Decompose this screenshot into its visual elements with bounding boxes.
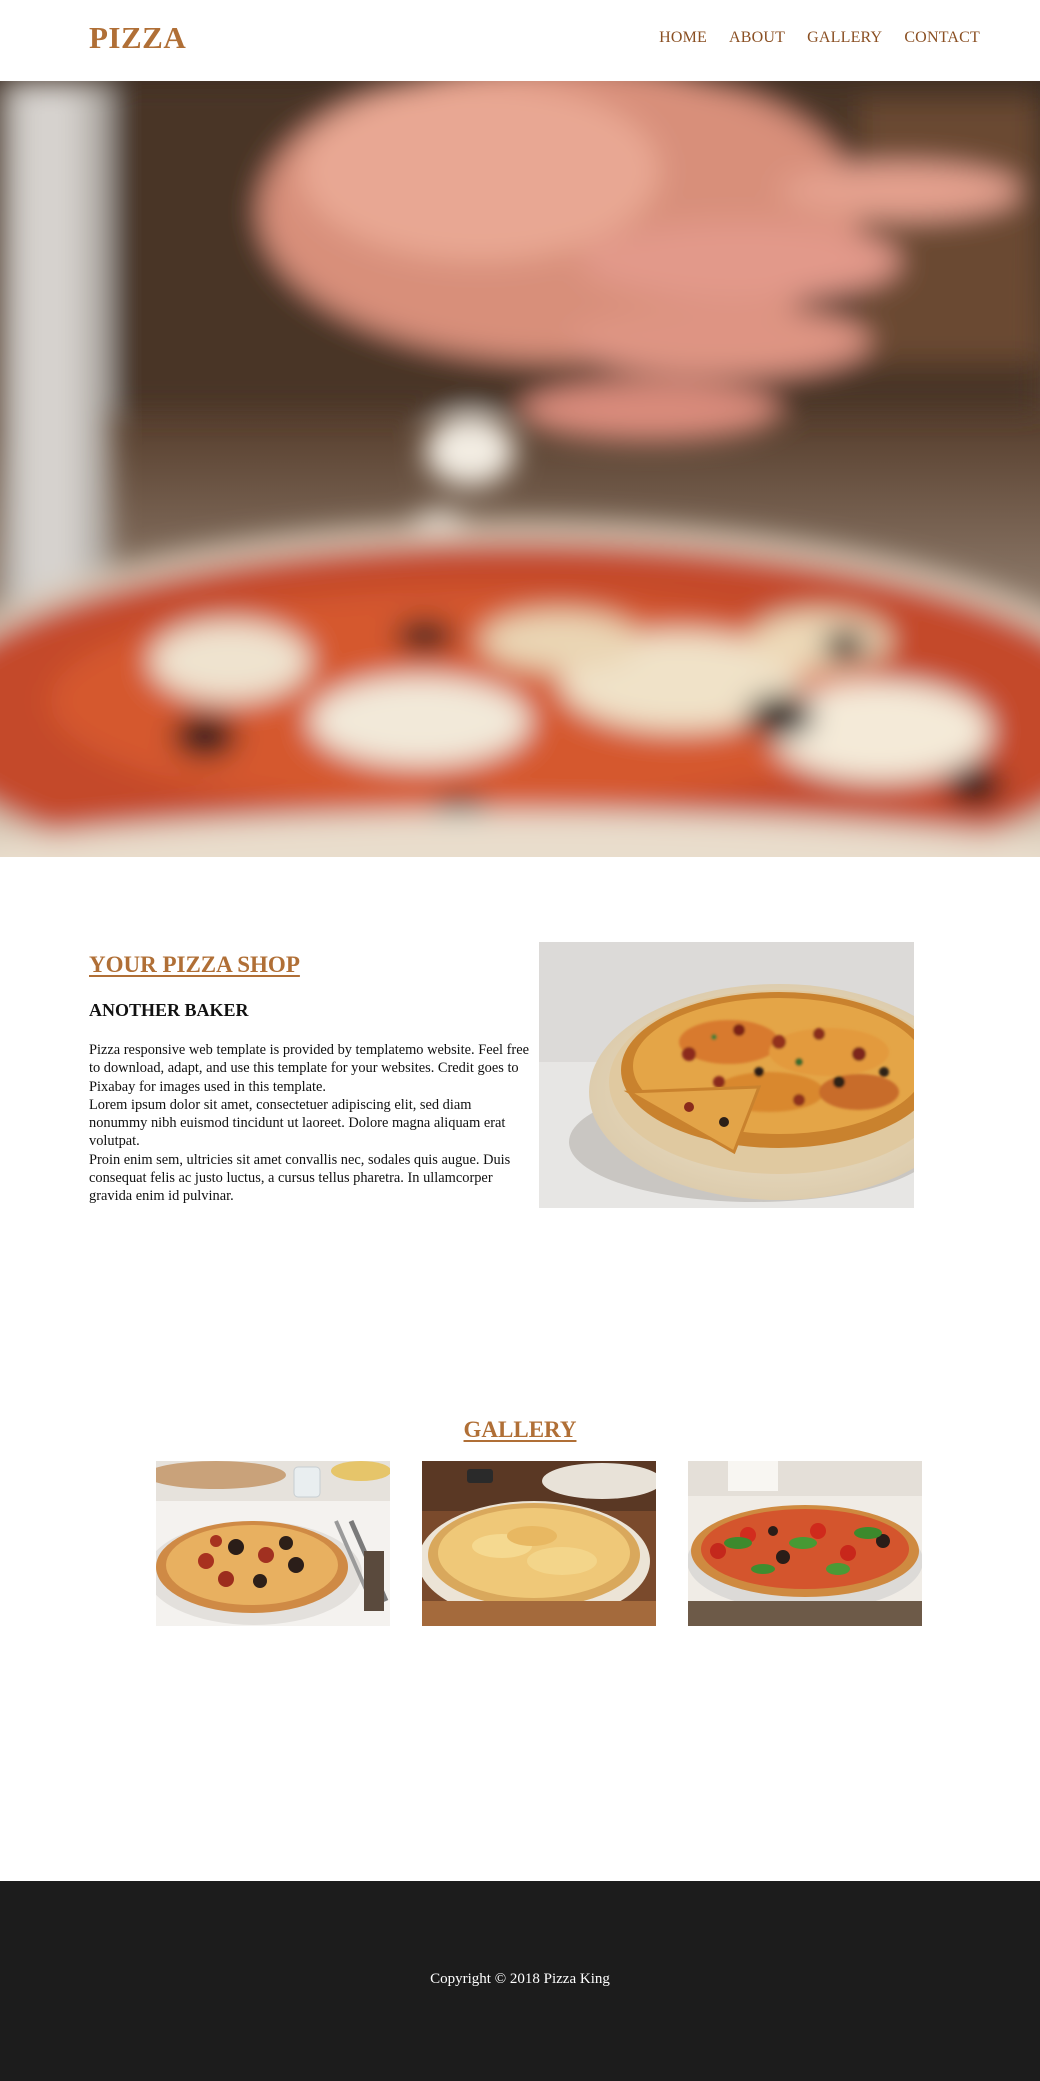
gallery-image-3[interactable] [688, 1461, 922, 1626]
gallery-title[interactable]: GALLERY [0, 1417, 1040, 1443]
site-header: PIZZA HOME ABOUT GALLERY CONTACT [0, 0, 1040, 81]
about-section: YOUR PIZZA SHOP ANOTHER BAKER Pizza resp… [0, 857, 1040, 1417]
gallery-image-1[interactable] [156, 1461, 390, 1626]
hero-banner [0, 81, 1040, 857]
main-nav: HOME ABOUT GALLERY CONTACT [659, 29, 980, 47]
gallery-image-2[interactable] [422, 1461, 656, 1626]
nav-home[interactable]: HOME [659, 29, 707, 47]
site-logo[interactable]: PIZZA [89, 20, 186, 56]
about-paragraph: Proin enim sem, ultricies sit amet conva… [89, 1151, 511, 1205]
gallery-heading: GALLERY [0, 1417, 1040, 1443]
nav-contact[interactable]: CONTACT [904, 29, 980, 47]
hero-pizza-image [0, 81, 1040, 857]
nav-gallery[interactable]: GALLERY [807, 29, 882, 47]
copyright-text: Copyright © 2018 Pizza King [430, 1971, 610, 1987]
gallery-section: GALLERY [0, 1417, 1040, 1881]
site-footer: Copyright © 2018 Pizza King [0, 1881, 1040, 2081]
about-text: YOUR PIZZA SHOP ANOTHER BAKER Pizza resp… [89, 952, 531, 1206]
about-subtitle: ANOTHER BAKER [89, 1000, 249, 1020]
gallery-grid [156, 1461, 922, 1626]
about-pizza-image [539, 942, 914, 1208]
nav-about[interactable]: ABOUT [729, 29, 785, 47]
about-paragraph: Lorem ipsum dolor sit amet, consectetuer… [89, 1096, 506, 1150]
about-title[interactable]: YOUR PIZZA SHOP [89, 952, 531, 978]
about-body: Pizza responsive web template is provide… [89, 1041, 531, 1206]
about-paragraph: Pizza responsive web template is provide… [89, 1042, 529, 1095]
